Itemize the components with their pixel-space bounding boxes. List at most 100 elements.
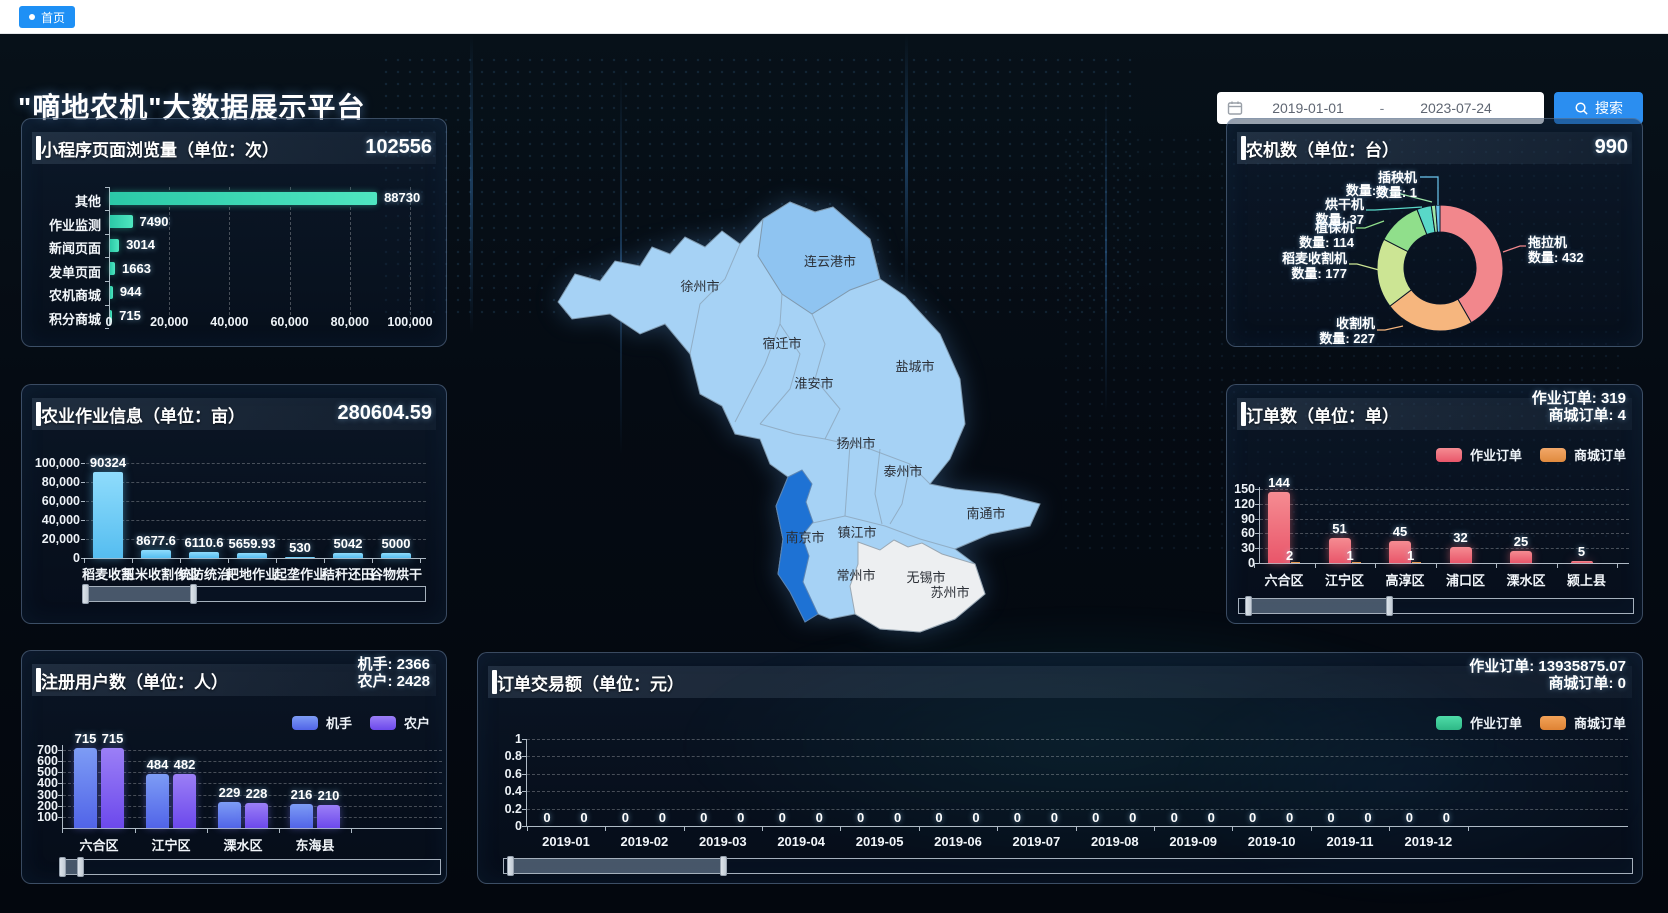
date-end-value[interactable]: 2023-07-24 bbox=[1397, 100, 1515, 116]
map-city-label[interactable]: 盐城市 bbox=[895, 359, 934, 374]
datazoom-handle-left[interactable] bbox=[59, 857, 66, 877]
datazoom-handle-left[interactable] bbox=[82, 584, 89, 604]
y-axis-tick-label: 120 bbox=[1227, 497, 1255, 511]
map-city-label[interactable]: 镇江市 bbox=[837, 525, 876, 540]
agriwork-chart: 020,00040,00060,00080,000100,00090324稻麦收… bbox=[22, 385, 446, 623]
category-label: 高淳区 bbox=[1372, 570, 1438, 589]
bar-value-label: 0 bbox=[1282, 810, 1298, 825]
datazoom-slider[interactable] bbox=[503, 858, 1633, 874]
bar[interactable] bbox=[141, 550, 171, 558]
datazoom-slider[interactable] bbox=[1238, 598, 1634, 614]
map-city-label[interactable]: 连云港市 bbox=[804, 254, 856, 269]
datazoom-slider[interactable] bbox=[84, 586, 426, 602]
bar[interactable] bbox=[290, 804, 313, 828]
bar-value-label: 1 bbox=[1347, 548, 1354, 563]
bar[interactable] bbox=[245, 803, 268, 828]
map-city-label[interactable]: 扬州市 bbox=[836, 436, 875, 451]
map-city-label[interactable]: 南京市 bbox=[785, 530, 824, 545]
bar[interactable] bbox=[317, 805, 340, 828]
map-city-label[interactable]: 泰州市 bbox=[883, 464, 922, 479]
map-city-label[interactable]: 苏州市 bbox=[930, 585, 969, 600]
category-label: 2019-07 bbox=[1001, 834, 1071, 849]
bar[interactable] bbox=[101, 748, 124, 828]
axis-tick bbox=[207, 829, 208, 833]
y-axis-tick-label: 0.8 bbox=[482, 749, 522, 763]
bar[interactable] bbox=[110, 286, 113, 299]
category-label: 2019-06 bbox=[923, 834, 993, 849]
map-city-label[interactable]: 南通市 bbox=[966, 506, 1005, 521]
bar-value-label: 0 bbox=[811, 810, 827, 825]
x-axis-tick-label: 40,000 bbox=[199, 315, 259, 329]
decor-streak bbox=[470, 34, 473, 334]
gridline bbox=[527, 809, 1628, 810]
bar[interactable] bbox=[74, 748, 97, 828]
bar[interactable] bbox=[110, 215, 133, 228]
y-axis-tick-label: 1 bbox=[482, 732, 522, 746]
x-axis-tick-label: 0 bbox=[79, 315, 139, 329]
tab-home[interactable]: 首页 bbox=[19, 6, 75, 28]
datazoom-handle-right[interactable] bbox=[720, 856, 727, 876]
y-axis-tick-label: 100,000 bbox=[22, 456, 80, 470]
map-city-label[interactable]: 常州市 bbox=[836, 568, 875, 583]
bar[interactable] bbox=[1571, 561, 1593, 563]
bar[interactable] bbox=[237, 553, 267, 558]
map-city-label[interactable]: 无锡市 bbox=[906, 570, 945, 585]
bar[interactable] bbox=[110, 192, 377, 205]
category-label: 2019-11 bbox=[1315, 834, 1385, 849]
calendar-icon bbox=[1227, 100, 1243, 116]
bar[interactable] bbox=[333, 553, 363, 558]
bar-value-label: 1 bbox=[1407, 548, 1414, 563]
category-label: 六合区 bbox=[1251, 570, 1317, 589]
axis-tick bbox=[81, 539, 85, 540]
date-start-value[interactable]: 2019-01-01 bbox=[1249, 100, 1367, 116]
map-city-label[interactable]: 淮安市 bbox=[794, 376, 833, 391]
bar-value-label: 144 bbox=[1257, 475, 1301, 490]
axis-tick bbox=[132, 559, 133, 563]
jiangsu-province-map[interactable]: 徐州市 连云港市宿迁市淮安市 盐城市扬州市泰州市南通市南京市镇江市常州市 无锡市苏州市 bbox=[550, 194, 1050, 644]
gridline bbox=[86, 501, 426, 502]
datazoom-selection[interactable] bbox=[510, 859, 724, 873]
datazoom-handle-right[interactable] bbox=[1386, 596, 1393, 616]
map-city-label[interactable]: 宿迁市 bbox=[762, 336, 801, 351]
axis-tick bbox=[81, 501, 85, 502]
axis-tick bbox=[527, 827, 528, 831]
axis-tick bbox=[351, 829, 352, 833]
bar[interactable] bbox=[285, 557, 315, 558]
y-axis-tick-label: 40,000 bbox=[22, 513, 80, 527]
gridline bbox=[1260, 504, 1629, 505]
map-city-label[interactable]: 徐州市 bbox=[680, 279, 719, 294]
datazoom-handle-right[interactable] bbox=[190, 584, 197, 604]
bar[interactable] bbox=[173, 774, 196, 828]
datazoom-slider[interactable] bbox=[61, 859, 441, 875]
bar-value-label: 0 bbox=[1323, 810, 1339, 825]
bar[interactable] bbox=[189, 552, 219, 558]
bar[interactable] bbox=[1450, 547, 1472, 563]
bar[interactable] bbox=[93, 472, 123, 558]
bar[interactable] bbox=[110, 262, 115, 275]
bar-value-label: 51 bbox=[1318, 521, 1362, 536]
datazoom-handle-right[interactable] bbox=[77, 857, 84, 877]
panel-agriwork: 农业作业信息（单位：亩） 280604.59 020,00040,00060,0… bbox=[21, 384, 447, 624]
bar[interactable] bbox=[381, 553, 411, 558]
axis-tick bbox=[279, 829, 280, 833]
datazoom-selection[interactable] bbox=[85, 587, 194, 601]
category-label: 农机商城 bbox=[22, 285, 101, 304]
bar-value-label: 7490 bbox=[140, 214, 169, 229]
users-chart: 100200300400500600700715715六合区484482江宁区2… bbox=[22, 651, 446, 883]
bar[interactable] bbox=[1510, 551, 1532, 563]
bar[interactable] bbox=[146, 774, 169, 828]
datazoom-selection[interactable] bbox=[1248, 599, 1390, 613]
axis-tick bbox=[105, 305, 109, 306]
datazoom-handle-left[interactable] bbox=[1245, 596, 1252, 616]
bar[interactable] bbox=[218, 802, 241, 828]
category-label: 2019-08 bbox=[1080, 834, 1150, 849]
datazoom-handle-left[interactable] bbox=[507, 856, 514, 876]
decor-streak bbox=[1105, 94, 1107, 414]
axis-tick bbox=[1076, 827, 1077, 831]
axis-tick bbox=[105, 234, 109, 235]
bar-value-label: 0 bbox=[774, 810, 790, 825]
panel-pageviews: 小程序页面浏览量（单位：次） 102556 其他88730作业监测7490新闻页… bbox=[21, 118, 447, 347]
axis-tick bbox=[62, 829, 63, 833]
axis-tick bbox=[919, 827, 920, 831]
bar[interactable] bbox=[110, 239, 119, 252]
